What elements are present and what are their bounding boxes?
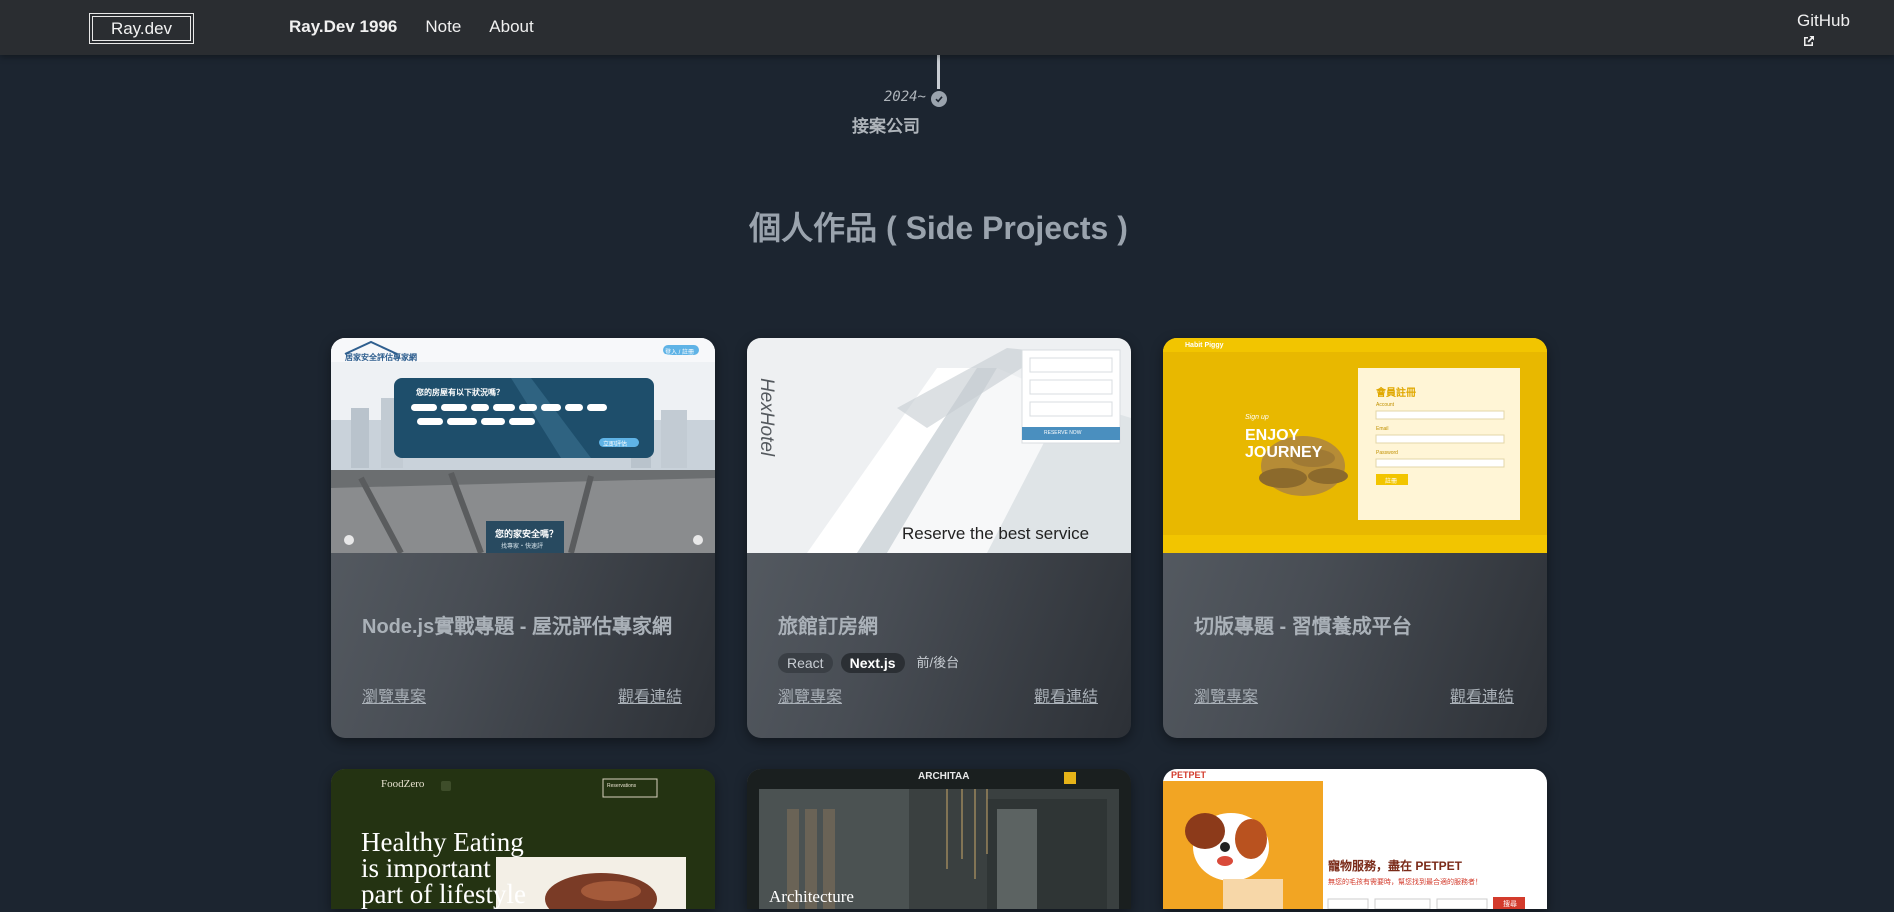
tag-react: React — [778, 653, 833, 673]
thumb-banner-text: 您的家安全嗎？ — [495, 529, 559, 539]
project-card-petpet: PETPET 寵物服務，盡在 PETPET 無您的毛孩有需要時，幫您找到最合適的… — [1163, 769, 1547, 909]
project-thumbnail[interactable]: PETPET 寵物服務，盡在 PETPET 無您的毛孩有需要時，幫您找到最合適的… — [1163, 769, 1547, 909]
thumb-headline: Architecture — [769, 887, 854, 906]
view-site-link[interactable]: 觀看連結 — [1034, 683, 1098, 707]
view-project-link[interactable]: 瀏覽專案 — [362, 683, 426, 707]
nav-brand-link[interactable]: Ray.Dev 1996 — [289, 17, 397, 37]
view-site-link[interactable]: 觀看連結 — [1450, 683, 1514, 707]
thumb-form-title: 會員註冊 — [1376, 388, 1416, 399]
thumb-brand: HexHotel — [756, 378, 777, 457]
thumb-hero-question: 您的房屋有以下狀況嗎？ — [416, 388, 504, 397]
section-title: 個人作品 ( Side Projects ) — [749, 210, 1128, 246]
thumb-headline: Healthy Eating is important part of life… — [361, 827, 526, 909]
timeline-label: 接案公司 — [852, 117, 920, 136]
card-tags: React Next.js 前/後台 — [778, 653, 963, 673]
timeline-line — [937, 55, 940, 89]
thumb-brand: ARCHITAA — [918, 771, 970, 782]
card-title: 旅館訂房網 — [778, 616, 878, 638]
site-logo[interactable]: Ray.dev — [89, 13, 194, 44]
view-project-link[interactable]: 瀏覽專案 — [778, 683, 842, 707]
tag-frontend-backend: 前/後台 — [916, 655, 960, 670]
external-link-icon — [1804, 36, 1814, 46]
card-title: Node.js實戰專題 - 屋況評估專家網 — [362, 616, 673, 638]
thumb-headline-1: ENJOY — [1245, 427, 1300, 444]
nav-link-note[interactable]: Note — [425, 17, 461, 37]
nav-links: Ray.Dev 1996 Note About — [289, 17, 534, 37]
thumb-sub: 無您的毛孩有需要時，幫您找到最合適的服務者！ — [1328, 879, 1482, 886]
thumb-brand: FoodZero — [381, 778, 425, 790]
thumb-brand: PETPET — [1171, 770, 1207, 780]
thumb-headline: Reserve the best service — [902, 524, 1090, 543]
thumb-field-email: Email — [1376, 426, 1389, 432]
check-icon — [931, 91, 947, 107]
thumb-headline-2: is important — [361, 853, 491, 883]
thumb-headline-2: JOURNEY — [1245, 444, 1323, 461]
thumb-headline: 寵物服務，盡在 PETPET — [1328, 859, 1463, 873]
timeline-year: 2024~ — [883, 89, 926, 105]
thumb-headline-1: Healthy Eating — [361, 827, 524, 857]
thumb-search-button: 搜尋 — [1503, 901, 1517, 908]
github-link-label: GitHub — [1797, 11, 1850, 30]
card-title: 切版專題 - 習慣養成平台 — [1194, 616, 1412, 638]
project-thumbnail[interactable]: HexHotel Reserve the best service RESERV… — [747, 338, 1131, 553]
project-card-architaa: ARCHITAA Architecture — [747, 769, 1131, 909]
thumb-cta: 立即評估 — [603, 442, 628, 448]
nav-link-about[interactable]: About — [489, 17, 533, 37]
project-thumbnail[interactable]: Habit Piggy Sign up ENJOY JOURNEY 會員註冊 A… — [1163, 338, 1547, 553]
project-thumbnail[interactable]: FoodZero Reservations Healthy Eating is … — [331, 769, 715, 909]
view-site-link[interactable]: 觀看連結 — [618, 683, 682, 707]
thumb-site-title: 居家安全評估專家網 — [345, 353, 417, 362]
project-card-foodzero: FoodZero Reservations Healthy Eating is … — [331, 769, 715, 909]
project-card-house: 居家安全評估專家網 登入 / 註冊 您的房屋有以下狀況嗎？ 立即評估 您的家安全… — [331, 338, 715, 738]
thumb-banner-sub: 找專家・快速評 — [501, 544, 544, 550]
thumb-cta: Reservations — [607, 783, 637, 789]
thumb-signup: Sign up — [1245, 414, 1269, 421]
top-navbar: Ray.dev Ray.Dev 1996 Note About GitHub — [0, 0, 1894, 55]
thumb-field-account: Account — [1376, 402, 1395, 408]
project-card-hotel: HexHotel Reserve the best service RESERV… — [747, 338, 1131, 738]
github-link[interactable]: GitHub — [1797, 11, 1850, 49]
thumb-headline-3: part of lifestyle — [361, 879, 526, 909]
project-thumbnail[interactable]: ARCHITAA Architecture — [747, 769, 1131, 909]
view-project-link[interactable]: 瀏覽專案 — [1194, 683, 1258, 707]
site-logo-text: Ray.dev — [92, 16, 191, 41]
project-thumbnail[interactable]: 居家安全評估專家網 登入 / 註冊 您的房屋有以下狀況嗎？ 立即評估 您的家安全… — [331, 338, 715, 553]
thumb-reserve-button: RESERVE NOW — [1044, 430, 1082, 436]
thumb-submit: 註冊 — [1385, 479, 1398, 485]
tag-nextjs: Next.js — [840, 653, 905, 673]
thumb-field-password: Password — [1376, 450, 1398, 456]
project-card-habit: Habit Piggy Sign up ENJOY JOURNEY 會員註冊 A… — [1163, 338, 1547, 738]
thumb-login-button: 登入 / 註冊 — [665, 350, 695, 356]
thumb-brand: Habit Piggy — [1185, 342, 1224, 349]
